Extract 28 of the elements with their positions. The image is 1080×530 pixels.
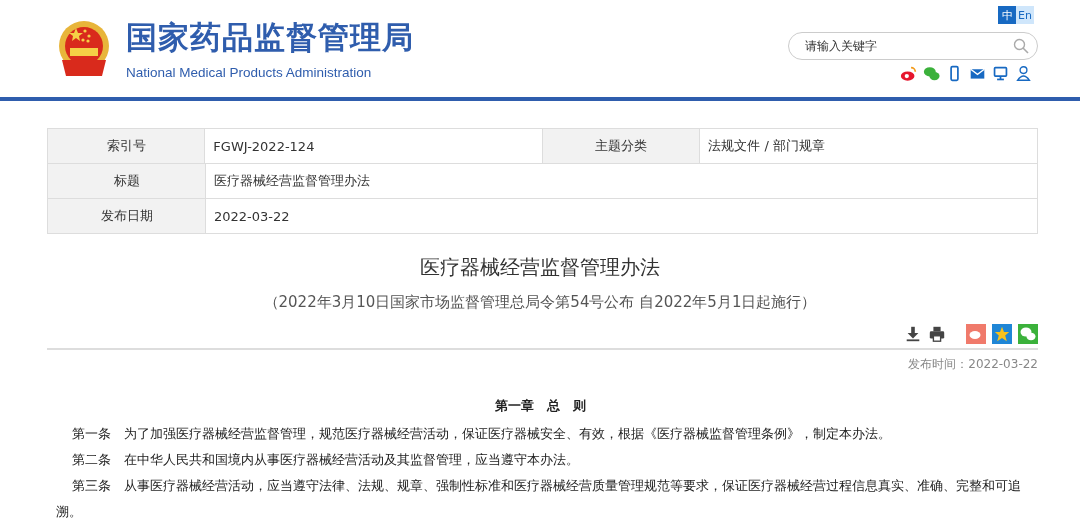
wechat-icon	[1020, 327, 1036, 341]
language-tab[interactable]: 中	[998, 6, 1016, 24]
value-cell-text: 2022-03-22	[213, 207, 291, 226]
weibo-share-button[interactable]	[966, 324, 986, 344]
user-icon[interactable]	[1015, 65, 1032, 82]
label-cell: 索引号	[48, 129, 206, 163]
article-paragraph: 第一条 为了加强医疗器械经营监督管理，规范医疗器械经营活动，保证医疗器械安全、有效，根据《医疗器械监督管理条例》，制定本办法。	[71, 425, 892, 443]
chapter-heading: 第一章 总 则	[493, 397, 587, 415]
emblem-logo	[56, 19, 112, 78]
value-cell-text: 医疗器械经营监督管理办法	[213, 172, 371, 190]
monitor-icon[interactable]	[992, 65, 1009, 82]
label-cell: 标题	[48, 164, 206, 198]
wechat-icon[interactable]	[923, 65, 940, 82]
article-paragraph: 第二条 在中华人民共和国境内从事医疗器械经营活动及其监督管理，应当遵守本办法。	[71, 451, 580, 469]
label-cell: 主题分类	[543, 129, 701, 163]
publish-time: 发布时间：2022-03-22	[908, 357, 1038, 371]
language-tab[interactable]: En	[1016, 6, 1034, 24]
value-cell-text: 法规文件 / 部门规章	[707, 137, 826, 155]
article-subtitle: （2022年3月10日国家市场监督管理总局令第54号公布 自2022年5月1日起施行）	[262, 293, 818, 312]
label-cell: 发布日期	[48, 199, 206, 233]
star-icon	[994, 326, 1010, 342]
article-paragraph: 第三条 从事医疗器械经营活动，应当遵守法律、法规、规章、强制性标准和医疗器械经营质量管理规范等要求，保证医疗器械经营过程信息真实、准确、完整和可追溯。	[56, 477, 1022, 521]
site-subtitle: National Medical Products Administration	[126, 65, 373, 80]
wechat-share-button[interactable]	[1018, 324, 1038, 344]
article-title: 医疗器械经营监督管理办法	[419, 254, 661, 281]
download-icon[interactable]	[904, 325, 922, 343]
site-title: 国家药品监督管理局	[126, 18, 414, 57]
print-icon[interactable]	[928, 325, 946, 343]
